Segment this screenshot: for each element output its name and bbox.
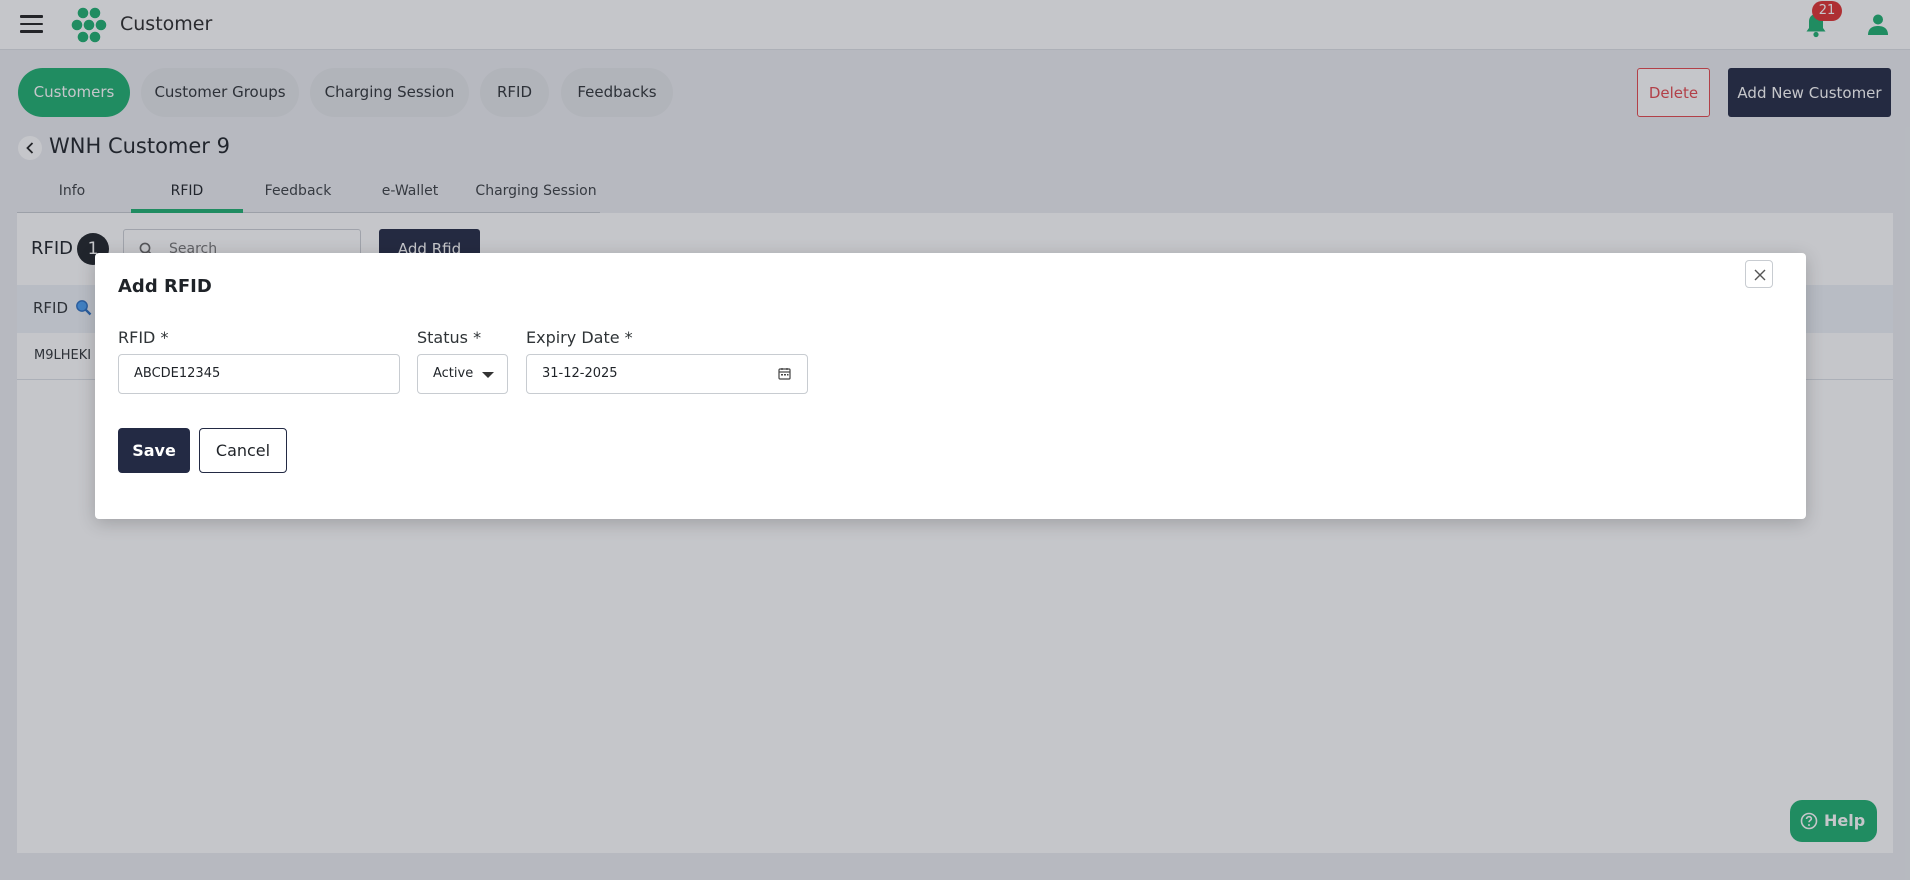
caret-down-icon xyxy=(482,372,494,378)
expiry-date-input[interactable]: 31-12-2025 xyxy=(526,354,808,394)
status-select[interactable]: Active xyxy=(417,354,508,394)
cancel-button[interactable]: Cancel xyxy=(199,428,287,473)
expiry-date-field-label: Expiry Date * xyxy=(526,328,633,347)
status-field-label: Status * xyxy=(417,328,482,347)
modal-title: Add RFID xyxy=(118,276,212,297)
save-button[interactable]: Save xyxy=(118,428,190,473)
rfid-field-label: RFID * xyxy=(118,328,169,347)
close-button[interactable] xyxy=(1745,260,1773,288)
close-icon xyxy=(1754,269,1766,281)
status-select-value: Active xyxy=(433,366,474,381)
expiry-date-value: 31-12-2025 xyxy=(542,366,618,381)
add-rfid-modal: Add RFID RFID * ABCDE12345 Status * Acti… xyxy=(95,253,1806,519)
rfid-input[interactable]: ABCDE12345 xyxy=(118,354,400,394)
calendar-icon[interactable] xyxy=(778,367,791,380)
rfid-input-value: ABCDE12345 xyxy=(134,366,221,381)
